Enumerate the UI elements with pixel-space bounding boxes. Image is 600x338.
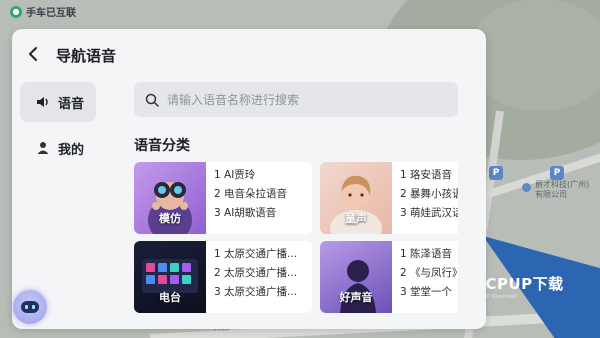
search-bar[interactable]: [134, 82, 458, 117]
card-caption: 童声: [345, 212, 367, 225]
poi-pin-icon: [522, 183, 531, 192]
map-poi[interactable]: 爵才科技(广州)有限公司: [522, 180, 593, 200]
category-card-child[interactable]: 童声 1 珞安语音 2 暴舞小孩语音 3 萌娃武汉话: [320, 162, 458, 234]
parking-icon: P: [489, 166, 503, 180]
parking-icon: P: [550, 166, 564, 180]
sidebar-item-mine[interactable]: 我的: [20, 128, 96, 168]
map-green-area: [470, 0, 600, 110]
connection-status-label: 手车已互联: [26, 8, 76, 19]
connection-status: ● 手车已互联: [10, 4, 76, 19]
speaker-icon: [36, 95, 50, 109]
watermark-subtitle: PCPUP Download: [474, 293, 517, 300]
poi-label: 爵才科技(广州)有限公司: [535, 180, 590, 199]
category-card-good-voice[interactable]: 好声音 1 陈泽语音 2 《与凤行》 3 堂堂一个: [320, 241, 458, 313]
voice-item[interactable]: 1 陈泽语音: [400, 247, 458, 262]
person-icon: [36, 141, 50, 155]
robot-icon: [21, 301, 39, 313]
voice-item[interactable]: 1 太原交通广播...: [214, 247, 297, 262]
voice-panel: 导航语音 语音 我的 语音分类 模仿: [12, 29, 486, 329]
category-card-radio[interactable]: 电台 1 太原交通广播... 2 太原交通广播... 3 太原交通广播...: [134, 241, 312, 313]
sidebar-item-label: 我的: [58, 142, 85, 158]
card-caption: 好声音: [339, 291, 373, 304]
search-input[interactable]: [165, 91, 449, 108]
category-card-imitation[interactable]: 模仿 1 AI贾玲 2 电音朵拉语音 3 AI胡歌语音: [134, 162, 312, 234]
card-thumbnail: 好声音: [320, 241, 392, 313]
watermark-name: PCPUP下载: [474, 274, 564, 293]
card-thumbnail: 电台: [134, 241, 206, 313]
voice-assistant-button[interactable]: [13, 290, 47, 324]
page-title: 导航语音: [56, 47, 117, 65]
voice-item[interactable]: 3 萌娃武汉话: [400, 206, 458, 221]
voice-item[interactable]: 2 暴舞小孩语音: [400, 187, 458, 202]
voice-item[interactable]: 3 太原交通广播...: [214, 285, 297, 300]
back-button[interactable]: [27, 46, 43, 66]
card-thumbnail: 模仿: [134, 162, 206, 234]
voice-item[interactable]: 2 《与凤行》: [400, 266, 458, 281]
chevron-left-icon: [29, 47, 37, 61]
voice-item[interactable]: 1 AI贾玲: [214, 168, 287, 183]
card-caption: 电台: [159, 291, 181, 304]
voice-item[interactable]: 2 电音朵拉语音: [214, 187, 287, 202]
sidebar-item-label: 语音: [58, 96, 85, 112]
voice-item[interactable]: 1 珞安语音: [400, 168, 458, 183]
phone-link-icon: ●: [10, 5, 22, 18]
sidebar: 语音 我的: [20, 82, 96, 174]
card-caption: 模仿: [159, 212, 181, 225]
search-icon: [145, 93, 159, 107]
voice-item[interactable]: 2 太原交通广播...: [214, 266, 297, 281]
voice-item[interactable]: 3 堂堂一个: [400, 285, 458, 300]
voice-item[interactable]: 3 AI胡歌语音: [214, 206, 287, 221]
card-thumbnail: 童声: [320, 162, 392, 234]
category-heading: 语音分类: [134, 138, 190, 154]
sidebar-item-voice[interactable]: 语音: [20, 82, 96, 122]
